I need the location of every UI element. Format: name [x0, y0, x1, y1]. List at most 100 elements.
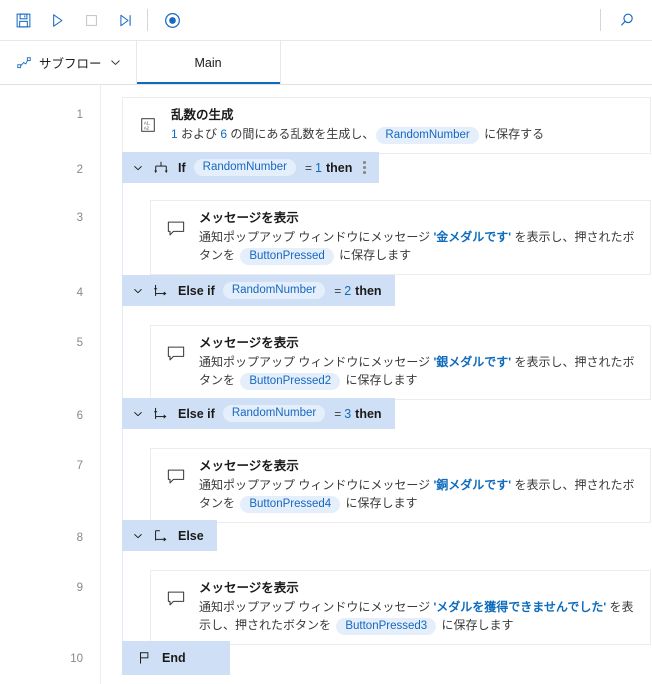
action-title: メッセージを表示 — [199, 336, 299, 350]
line-number: 9 — [76, 582, 83, 594]
variable-chip[interactable]: ButtonPressed2 — [240, 373, 341, 390]
action-description: 通知ポップアップ ウィンドウにメッセージ '金メダルです' を表示し、押されたボ… — [199, 228, 638, 265]
condition-operator: = — [305, 160, 313, 175]
variable-chip[interactable]: ButtonPressed3 — [336, 618, 437, 635]
action-row[interactable]: メッセージを表示 通知ポップアップ ウィンドウにメッセージ '金メダルです' を表… — [150, 200, 651, 275]
search-icon — [621, 13, 633, 26]
control-block[interactable]: If RandomNumber = 1 then — [122, 152, 379, 183]
control-keyword: If — [178, 160, 186, 175]
collapse-toggle[interactable] — [131, 284, 145, 298]
control-row[interactable]: Else if RandomNumber = 3 then — [122, 398, 395, 429]
recorder-button[interactable] — [155, 3, 189, 37]
variable-chip[interactable]: ButtonPressed — [240, 248, 334, 265]
line-number: 7 — [76, 460, 83, 472]
control-row[interactable]: Else if RandomNumber = 2 then — [122, 275, 395, 306]
action-card[interactable]: メッセージを表示 通知ポップアップ ウィンドウにメッセージ '銅メダルです' を表… — [150, 448, 651, 523]
subflow-label: サブフロー — [39, 57, 102, 71]
tab-main[interactable]: Main — [136, 41, 281, 84]
toolbar-divider — [147, 9, 148, 31]
action-icon-wrap — [164, 210, 188, 239]
control-then-keyword: then — [355, 406, 382, 421]
line-number-gutter: 1 2 3 4 5 6 7 8 9 10 — [0, 85, 101, 684]
variable-chip[interactable]: RandomNumber — [222, 282, 326, 299]
control-block[interactable]: Else — [122, 520, 217, 551]
action-icon-wrap — [164, 580, 188, 609]
numeric-literal: 6 — [220, 127, 228, 141]
collapse-toggle[interactable] — [131, 161, 145, 175]
display-message-icon — [167, 221, 185, 236]
display-message-icon — [167, 591, 185, 606]
toolbar — [0, 0, 652, 41]
flow-canvas[interactable]: A1, A2 乱数の生成 1 および 6 の間にある乱数を生成し、 RandomNumb… — [101, 85, 652, 684]
step-button[interactable] — [108, 3, 142, 37]
condition-value: 2 — [344, 283, 352, 298]
else-if-icon — [153, 407, 166, 419]
collapse-toggle[interactable] — [131, 407, 145, 421]
control-row[interactable]: If RandomNumber = 1 then — [122, 152, 379, 183]
chevron-down-icon — [134, 533, 142, 538]
chevron-down-icon — [134, 165, 142, 170]
line-number: 10 — [70, 653, 83, 665]
end-row[interactable]: End — [122, 641, 230, 675]
search-button[interactable] — [610, 3, 644, 37]
line-number: 3 — [76, 212, 83, 224]
svg-text:A2: A2 — [144, 126, 150, 131]
else-icon-wrap — [152, 528, 169, 544]
control-keyword: Else — [178, 528, 204, 543]
line-number: 4 — [76, 287, 83, 299]
action-row[interactable]: メッセージを表示 通知ポップアップ ウィンドウにメッセージ '銅メダルです' を表… — [150, 448, 651, 523]
variable-chip[interactable]: ButtonPressed4 — [240, 496, 341, 513]
run-button[interactable] — [40, 3, 74, 37]
more-options-icon[interactable] — [363, 161, 366, 174]
action-icon-wrap — [164, 335, 188, 364]
step-into-icon — [119, 14, 131, 26]
line-number: 1 — [76, 109, 83, 121]
toolbar-right-group — [600, 3, 652, 37]
toolbar-divider-right — [600, 9, 601, 31]
flag-icon-wrap — [136, 650, 153, 666]
string-literal: '金メダルです' — [433, 230, 512, 244]
random-number-icon: A1,A2 — [141, 118, 155, 132]
chevron-down-icon — [134, 411, 142, 416]
else-icon — [154, 529, 166, 541]
collapse-toggle[interactable] — [131, 529, 145, 543]
numeric-literal: 1 — [171, 127, 178, 141]
condition-value: 3 — [344, 406, 352, 421]
control-row[interactable]: Else — [122, 520, 217, 551]
action-card[interactable]: A1, A2 乱数の生成 1 および 6 の間にある乱数を生成し、 RandomNumb… — [122, 97, 651, 154]
action-body: メッセージを表示 通知ポップアップ ウィンドウにメッセージ '金メダルです' を表… — [199, 210, 638, 265]
action-row[interactable]: A1, A2 乱数の生成 1 および 6 の間にある乱数を生成し、 RandomNumb… — [122, 97, 651, 154]
display-message-icon — [167, 469, 185, 484]
control-then-keyword: then — [325, 160, 353, 175]
line-number: 6 — [76, 410, 83, 422]
variable-chip[interactable]: RandomNumber — [193, 159, 297, 176]
control-block[interactable]: Else if RandomNumber = 2 then — [122, 275, 395, 306]
play-icon — [52, 13, 62, 27]
action-card[interactable]: メッセージを表示通知ポップアップ ウィンドウにメッセージ '銀メダルです' を表… — [150, 325, 651, 400]
stop-button[interactable] — [74, 3, 108, 37]
tab-strip: サブフロー Main — [0, 41, 652, 85]
action-icon-wrap — [164, 458, 188, 487]
control-keyword: Else if — [178, 283, 215, 298]
end-block[interactable]: End — [122, 641, 230, 675]
subflow-dropdown[interactable]: サブフロー — [0, 41, 137, 84]
action-card[interactable]: メッセージを表示 通知ポップアップ ウィンドウにメッセージ '金メダルです' を表… — [150, 200, 651, 275]
action-title: メッセージを表示 — [199, 459, 299, 473]
save-button[interactable] — [6, 3, 40, 37]
action-description: 通知ポップアップ ウィンドウにメッセージ '銀メダルです' を表示し、押されたボ… — [199, 353, 638, 390]
action-body: メッセージを表示 通知ポップアップ ウィンドウにメッセージ 'メダルを獲得できませ… — [199, 580, 638, 635]
control-block[interactable]: Else if RandomNumber = 3 then — [122, 398, 395, 429]
else-if-icon-wrap — [152, 283, 169, 299]
variable-chip[interactable]: RandomNumber — [376, 127, 479, 144]
action-body: 乱数の生成 1 および 6 の間にある乱数を生成し、 RandomNumber に保… — [171, 107, 638, 144]
condition-value: 1 — [315, 160, 322, 175]
action-body: メッセージを表示 通知ポップアップ ウィンドウにメッセージ '銅メダルです' を表… — [199, 458, 638, 513]
line-number: 8 — [76, 532, 83, 544]
action-row[interactable]: メッセージを表示 通知ポップアップ ウィンドウにメッセージ 'メダルを獲得できませ… — [150, 570, 651, 645]
action-card[interactable]: メッセージを表示 通知ポップアップ ウィンドウにメッセージ 'メダルを獲得できませ… — [150, 570, 651, 645]
variable-chip[interactable]: RandomNumber — [222, 405, 326, 422]
action-description: 1 および 6 の間にある乱数を生成し、 RandomNumber に保存する — [171, 125, 638, 144]
action-row[interactable]: メッセージを表示通知ポップアップ ウィンドウにメッセージ '銀メダルです' を表… — [150, 325, 651, 400]
save-icon — [16, 13, 30, 27]
stop-icon — [85, 14, 97, 26]
